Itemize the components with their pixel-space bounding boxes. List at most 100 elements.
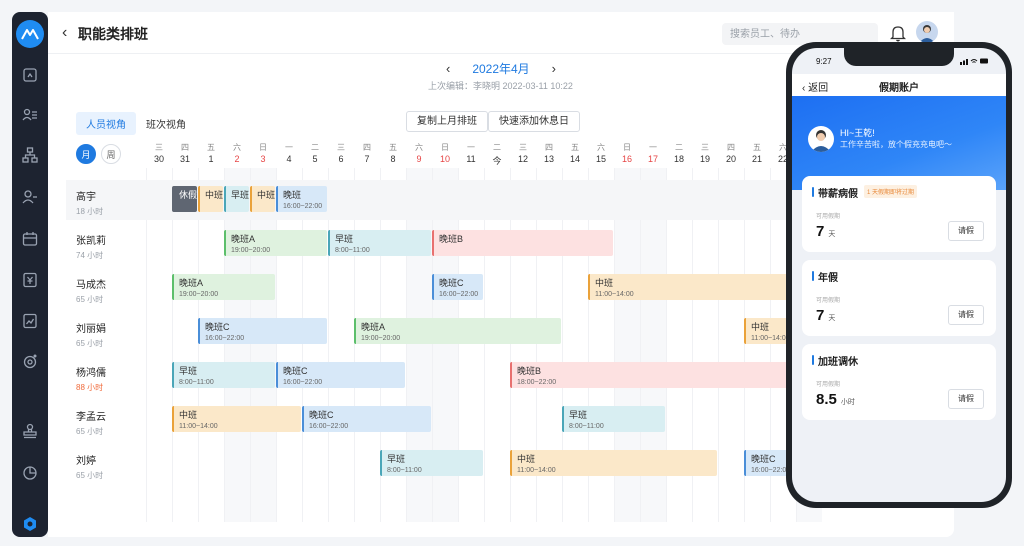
- tab-person-view[interactable]: 人员视角: [76, 112, 136, 135]
- request-leave-button[interactable]: 请假: [948, 221, 984, 241]
- day-header[interactable]: 一 17: [640, 142, 666, 164]
- shift-block[interactable]: 晚班B: [432, 230, 613, 256]
- day-header[interactable]: 四 31: [172, 142, 198, 164]
- day-header[interactable]: 日3: [250, 142, 276, 164]
- day-header[interactable]: 五1: [198, 142, 224, 164]
- day-header[interactable]: 六2: [224, 142, 250, 164]
- employee-cell[interactable]: 刘婷 65 小时: [76, 452, 136, 481]
- chart-icon[interactable]: [21, 312, 39, 330]
- tab-shift-view[interactable]: 班次视角: [136, 112, 196, 135]
- week-mode-button[interactable]: 周: [101, 144, 121, 164]
- shift-block[interactable]: 晚班C 16:00~22:00: [432, 274, 483, 300]
- day-header[interactable]: 五8: [380, 142, 406, 164]
- day-header[interactable]: 三 12: [510, 142, 536, 164]
- stamp-icon[interactable]: [21, 422, 39, 440]
- shift-block[interactable]: 晚班A 19:00~20:00: [224, 230, 327, 256]
- request-leave-button[interactable]: 请假: [948, 389, 984, 409]
- leave-card: 带薪病假 可用假期 1 天假期即将过期 7 天 请假: [802, 176, 996, 252]
- shift-name: 晚班C: [439, 278, 464, 288]
- grid-line: [250, 168, 251, 522]
- signal-wifi-battery-icon: [960, 57, 990, 67]
- shift-block[interactable]: 中班: [198, 186, 223, 212]
- leave-type-name: 带薪病假: [818, 189, 858, 200]
- quick-add-rest-button[interactable]: 快速添加休息日: [488, 111, 580, 132]
- employee-hours: 88 小时: [76, 383, 104, 392]
- day-header[interactable]: 六9: [406, 142, 432, 164]
- back-arrow-icon[interactable]: ‹: [62, 24, 67, 42]
- shift-block[interactable]: 早班 8:00~11:00: [172, 362, 275, 388]
- day-header[interactable]: 二 18: [666, 142, 692, 164]
- shift-block[interactable]: 晚班B 18:00~22:00: [510, 362, 821, 388]
- shift-name: 晚班C: [283, 366, 308, 376]
- employee-cell[interactable]: 刘丽娟 65 小时: [76, 320, 136, 349]
- shift-block[interactable]: 中班 11:00~14:00: [510, 450, 717, 476]
- shift-block[interactable]: 晚班C 16:00~22:00: [198, 318, 327, 344]
- day-header[interactable]: 二5: [302, 142, 328, 164]
- day-header[interactable]: 四 13: [536, 142, 562, 164]
- shift-block[interactable]: 中班 11:00~14:00: [172, 406, 301, 432]
- shift-block[interactable]: 晚班 16:00~22:00: [276, 186, 327, 212]
- pie-icon[interactable]: [21, 464, 39, 482]
- home-icon[interactable]: [21, 66, 39, 84]
- shift-block[interactable]: 早班 8:00~11:00: [562, 406, 665, 432]
- user-list-icon[interactable]: [21, 106, 39, 124]
- shift-block[interactable]: 休假: [172, 186, 197, 212]
- shift-block[interactable]: 晚班C 16:00~22:00: [302, 406, 431, 432]
- user-remove-icon[interactable]: [21, 188, 39, 206]
- shift-block[interactable]: 早班 8:00~11:00: [328, 230, 431, 256]
- month-mode-button[interactable]: 月: [76, 144, 96, 164]
- day-header[interactable]: 一 11: [458, 142, 484, 164]
- day-header[interactable]: 四 20: [718, 142, 744, 164]
- calendar-icon[interactable]: [21, 230, 39, 248]
- org-icon[interactable]: [21, 146, 39, 164]
- bell-icon[interactable]: [889, 24, 907, 42]
- day-header[interactable]: 一4: [276, 142, 302, 164]
- employee-cell[interactable]: 杨鸿儒 88 小时: [76, 364, 136, 393]
- shift-name: 晚班B: [439, 234, 464, 244]
- shift-block[interactable]: 中班: [250, 186, 275, 212]
- day-header[interactable]: 三 30: [146, 142, 172, 164]
- request-leave-button[interactable]: 请假: [948, 305, 984, 325]
- employee-hours: 65 小时: [76, 427, 104, 436]
- employee-cell[interactable]: 李孟云 65 小时: [76, 408, 136, 437]
- day-number: 14: [569, 154, 580, 164]
- shift-block[interactable]: 早班 8:00~11:00: [380, 450, 483, 476]
- phone-back-button[interactable]: ‹ 返回: [802, 79, 828, 94]
- available-caption: 可用假期: [816, 214, 841, 220]
- employee-name: 高宇: [76, 192, 96, 203]
- shift-block[interactable]: 晚班A 19:00~20:00: [354, 318, 561, 344]
- day-header[interactable]: 三 19: [692, 142, 718, 164]
- shift-block[interactable]: 晚班A 19:00~20:00: [172, 274, 275, 300]
- employee-name: 刘婷: [76, 456, 96, 467]
- employee-cell[interactable]: 高宇 18 小时: [76, 188, 136, 217]
- day-header[interactable]: 二今: [484, 142, 510, 167]
- copy-last-month-button[interactable]: 复制上月排班: [406, 111, 488, 132]
- day-header[interactable]: 六 15: [588, 142, 614, 164]
- salary-icon[interactable]: [21, 271, 39, 289]
- employee-cell[interactable]: 张凯莉 74 小时: [76, 232, 136, 261]
- settings-icon[interactable]: [21, 352, 39, 370]
- shift-block[interactable]: 早班: [224, 186, 249, 212]
- employee-name: 张凯莉: [76, 236, 106, 247]
- day-header[interactable]: 三6: [328, 142, 354, 164]
- shift-block[interactable]: 晚班C 16:00~22:00: [276, 362, 405, 388]
- logo-icon[interactable]: [16, 20, 44, 48]
- employee-name: 马成杰: [76, 280, 106, 291]
- employee-cell[interactable]: 马成杰 65 小时: [76, 276, 136, 305]
- last-edit-text: 上次编辑：李晓明 2022-03-11 10:22: [428, 81, 573, 91]
- day-header[interactable]: 四7: [354, 142, 380, 164]
- prev-month-button[interactable]: ‹: [446, 61, 450, 76]
- day-number: 11: [466, 154, 476, 164]
- day-header[interactable]: 日 16: [614, 142, 640, 164]
- day-header[interactable]: 五 21: [744, 142, 770, 164]
- grid-line: [328, 168, 329, 522]
- day-header[interactable]: 日 10: [432, 142, 458, 164]
- app-icon[interactable]: [18, 512, 42, 536]
- weekday-label: 三: [155, 143, 163, 152]
- phone-nav-bar: 假期账户 ‹ 返回: [792, 74, 1006, 96]
- avatar[interactable]: [916, 21, 938, 43]
- day-header[interactable]: 五 14: [562, 142, 588, 164]
- next-month-button[interactable]: ›: [552, 61, 556, 76]
- leave-type-name: 加班调休: [818, 357, 858, 368]
- leave-type-marker: [812, 355, 814, 365]
